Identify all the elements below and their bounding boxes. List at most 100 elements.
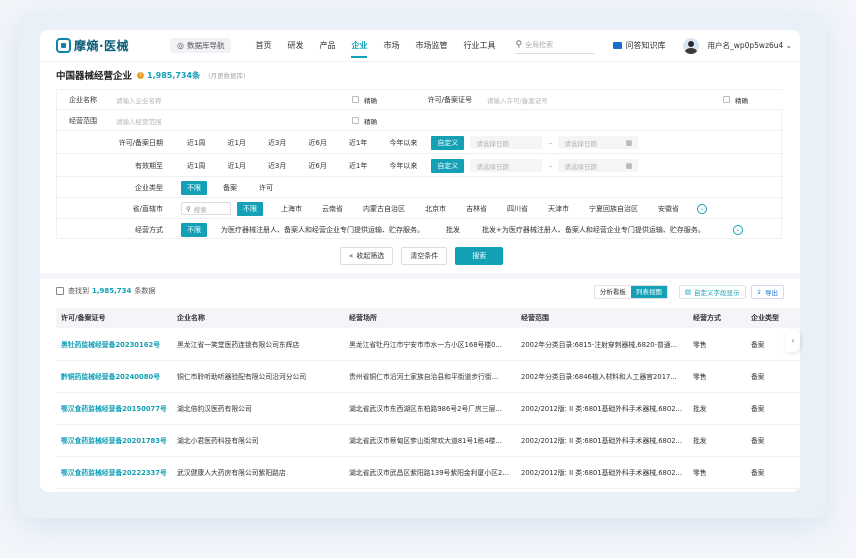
- row-license-link[interactable]: 鄂汉食药监械经营备20222337号: [56, 456, 172, 489]
- export-button[interactable]: ⇪ 导出: [750, 285, 784, 299]
- knowledge-base-link[interactable]: 问答知识库: [613, 40, 665, 51]
- valid-opt-3m[interactable]: 近3月: [268, 161, 286, 171]
- region-opt-beijing[interactable]: 北京市: [425, 204, 446, 214]
- filter-row-type: 企业类型 不限 备案 许可: [57, 178, 783, 198]
- valid-end-date-input[interactable]: 请选择日期 ▦: [558, 159, 639, 172]
- region-opt-anhui[interactable]: 安徽省: [658, 204, 679, 214]
- nav-market-regulation[interactable]: 市场监管: [415, 30, 447, 62]
- date-opt-6m[interactable]: 近6月: [308, 138, 326, 148]
- row-address: 黑龙江省牡丹江市宁安市市水一方小区168号楼0...: [344, 328, 516, 361]
- global-search-input[interactable]: ⚲ 全局检索: [515, 38, 596, 54]
- table-row[interactable]: 黔铜药监械经营备20240080号 铜仁市聆听助听器验配有限公司沿河分公司 贵州…: [56, 360, 800, 393]
- logo-icon: [56, 38, 71, 53]
- date-opt-custom[interactable]: 自定义: [431, 135, 465, 150]
- license-exact-checkbox[interactable]: 精确: [723, 95, 748, 105]
- col-mode[interactable]: 经营方式: [688, 308, 746, 328]
- date-opt-1y[interactable]: 近1年: [349, 138, 367, 148]
- search-button[interactable]: 搜索: [455, 247, 504, 265]
- date-opt-1w[interactable]: 近1周: [187, 138, 205, 148]
- col-scope[interactable]: 经营范围: [516, 308, 688, 328]
- nav-enterprise[interactable]: 企业: [351, 30, 368, 62]
- region-opt-any[interactable]: 不限: [237, 201, 263, 216]
- company-name-exact-checkbox[interactable]: 精确: [352, 95, 422, 105]
- clear-filter-button[interactable]: 清空条件: [401, 247, 448, 265]
- nav-market[interactable]: 市场: [383, 30, 399, 62]
- table-row[interactable]: 鄂汉食药监械经营备20201783号 湖北小君医药科技有限公司 湖北省武汉市蔡甸…: [56, 424, 800, 457]
- export-icon: ⇪: [756, 288, 762, 296]
- table-row[interactable]: 黑牡药监械经营备20230162号 黑龙江省一笑堂医药连锁有限公司东辉店 黑龙江…: [56, 328, 800, 361]
- company-name-input[interactable]: 请输入企业名称: [116, 95, 352, 105]
- compass-icon: ◎: [177, 41, 184, 50]
- license-date-label: 许可/备案日期: [118, 138, 163, 147]
- region-opt-tianjin[interactable]: 天津市: [548, 204, 569, 214]
- region-opt-neimenggu[interactable]: 内蒙古自治区: [363, 204, 405, 214]
- mode-opt-wholesale-storage[interactable]: 批发+为医疗器械注册人、备案人和经营企业专门提供运输、贮存服务。: [482, 225, 705, 235]
- region-opt-shanghai[interactable]: 上海市: [281, 204, 302, 214]
- date-opt-3m[interactable]: 近3月: [268, 138, 286, 148]
- row-type: 备案: [746, 424, 800, 457]
- type-opt-record[interactable]: 备案: [223, 183, 237, 193]
- database-nav-button[interactable]: ◎ 数据库导航: [170, 38, 232, 53]
- row-license-link[interactable]: 黑牡药监械经营备20230162号: [56, 328, 172, 361]
- result-icon: [56, 287, 64, 295]
- valid-opt-ytd[interactable]: 今年以来: [389, 161, 417, 171]
- collapse-filter-button[interactable]: «收起筛选: [340, 247, 394, 265]
- avatar[interactable]: [683, 37, 700, 54]
- scope-exact-checkbox[interactable]: 精确: [352, 116, 377, 126]
- row-address: 贵州省铜仁市沿河土家族自治县和平街道步行街...: [344, 360, 516, 393]
- type-opt-any[interactable]: 不限: [181, 180, 207, 195]
- date-opt-1m[interactable]: 近1月: [227, 138, 245, 148]
- collapse-label: 收起筛选: [356, 252, 385, 260]
- license-input[interactable]: 请输入许可/备案证号: [487, 95, 723, 105]
- mode-opt-storage[interactable]: 为医疗器械注册人、备案人和经营企业专门提供运输、贮存服务。: [221, 225, 424, 235]
- start-date-input[interactable]: 请选择日期: [470, 136, 543, 149]
- nav-home[interactable]: 首页: [255, 30, 271, 62]
- col-address[interactable]: 经营场所: [344, 308, 516, 328]
- user-menu[interactable]: 用户名_wp0p5wz6u4 ⌄: [707, 40, 792, 51]
- end-date-placeholder: 请选择日期: [564, 139, 597, 148]
- end-date-input[interactable]: 请选择日期 ▦: [558, 136, 639, 149]
- fields-icon: ▤: [684, 288, 692, 296]
- filter-row-scope: 经营范围 请输入经营范围 精确: [57, 111, 783, 131]
- col-license[interactable]: 许可/备案证号: [56, 308, 172, 328]
- nav-product[interactable]: 产品: [319, 30, 335, 62]
- row-mode: 零售: [688, 328, 746, 361]
- valid-opt-1m[interactable]: 近1月: [227, 161, 245, 171]
- date-opt-ytd[interactable]: 今年以来: [389, 138, 417, 148]
- mode-opt-any[interactable]: 不限: [181, 223, 207, 237]
- col-company[interactable]: 企业名称: [172, 308, 344, 328]
- row-license-link[interactable]: 黔铜药监械经营备20240080号: [56, 360, 172, 393]
- type-opt-license[interactable]: 许可: [259, 183, 273, 193]
- valid-opt-1y[interactable]: 近1年: [349, 161, 367, 171]
- end-date-placeholder: 请选择日期: [564, 162, 597, 171]
- mode-opt-wholesale[interactable]: 批发: [446, 225, 460, 235]
- total-count: 1,985,734条: [147, 70, 201, 80]
- region-opt-ningxia[interactable]: 宁夏回族自治区: [589, 204, 638, 214]
- table-row[interactable]: 鄂汉食药监械经营备20150077号 湖北倍豹汉医药有限公司 湖北省武汉市东西湖…: [56, 392, 800, 425]
- section-divider: [40, 273, 800, 279]
- scope-input[interactable]: 请输入经营范围: [116, 116, 352, 126]
- nav-industry-tools[interactable]: 行业工具: [463, 30, 495, 62]
- side-collapse-chevron-icon[interactable]: ‹: [786, 330, 800, 352]
- valid-opt-6m[interactable]: 近6月: [308, 161, 326, 171]
- valid-opt-1w[interactable]: 近1周: [187, 161, 205, 171]
- region-opt-sichuan[interactable]: 四川省: [507, 204, 528, 214]
- info-icon[interactable]: i: [137, 71, 145, 79]
- table-row[interactable]: 鄂汉食药监械经营备20222337号 武汉健康人大药房有限公司紫阳路店 湖北省武…: [56, 456, 800, 489]
- region-expand-chevron-icon[interactable]: ⌄: [697, 203, 707, 214]
- view-list-tab[interactable]: 列表视图: [630, 286, 667, 298]
- mode-expand-chevron-icon[interactable]: ⌄: [732, 225, 743, 235]
- region-opt-yunnan[interactable]: 云南省: [322, 204, 343, 214]
- view-analysis-tab[interactable]: 分析看板: [595, 286, 631, 298]
- row-license-link[interactable]: 鄂汉食药监械经营备20150077号: [56, 392, 172, 425]
- region-search-input[interactable]: ⚲ 搜索: [181, 202, 231, 215]
- valid-opt-custom[interactable]: 自定义: [431, 158, 465, 173]
- logo[interactable]: 摩熵·医械: [56, 37, 148, 54]
- nav-research[interactable]: 研发: [287, 30, 303, 62]
- col-type[interactable]: 企业类型: [746, 308, 800, 328]
- region-opt-jilin[interactable]: 吉林省: [466, 204, 487, 214]
- row-license-link[interactable]: 鄂汉食药监械经营备20201783号: [56, 424, 172, 457]
- custom-fields-button[interactable]: ▤ 自定义字段显示: [678, 285, 746, 299]
- valid-start-date-input[interactable]: 请选择日期: [470, 159, 543, 172]
- collapse-icon: «: [349, 252, 354, 260]
